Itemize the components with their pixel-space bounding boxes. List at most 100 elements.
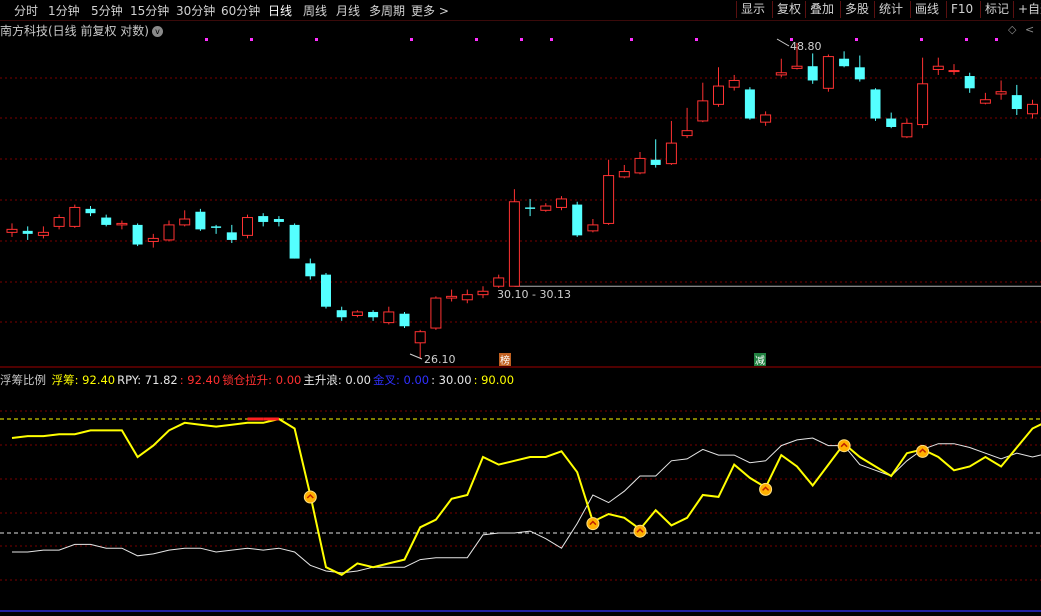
candle-body-1 (22, 230, 33, 234)
candle-body-11 (179, 218, 191, 226)
signal-dot-2 (315, 38, 318, 41)
candle-body-18 (289, 224, 300, 259)
low-label: 26.10 (424, 353, 456, 366)
candle-body-63 (995, 91, 1007, 95)
indicator-value-4: 主升浪: 0.00 (303, 373, 371, 387)
fuchou-line (11, 417, 1041, 576)
candle-body-33 (525, 207, 536, 209)
candle-body-54 (854, 67, 865, 80)
candle-body-41 (650, 159, 661, 165)
tag-bang: 榜 (500, 354, 510, 367)
indicator-name: 浮筹比例 (0, 373, 46, 387)
candle-body-17 (273, 219, 284, 222)
candle-body-25 (399, 313, 410, 327)
indicator-value-6: : 30.00 (431, 373, 472, 387)
candle-body-9 (147, 237, 159, 242)
up-arrow-icon-4 (837, 439, 851, 453)
candle-body-47 (744, 89, 755, 119)
signal-dot-12 (965, 38, 968, 41)
candle-body-32 (508, 201, 520, 287)
candle-body-2 (37, 231, 49, 236)
candle-body-55 (870, 89, 881, 119)
candle-body-44 (697, 100, 709, 122)
candle-body-57 (901, 122, 913, 138)
candle-body-46 (728, 79, 740, 88)
signal-dot-5 (520, 38, 523, 41)
candle-body-31 (493, 277, 505, 287)
range-label: 30.10 - 30.13 (497, 288, 571, 301)
candle-body-51 (807, 66, 818, 81)
candle-body-39 (618, 171, 630, 178)
indicator-value-1: RPY: 71.82 (117, 373, 178, 387)
indicator-legend: 浮筹比例 浮筹: 92.40 RPY: 71.82: 92.40 锁仓拉升: 0.0… (0, 372, 518, 388)
candle-body-34 (540, 205, 552, 211)
candle-body-30 (477, 290, 489, 296)
signal-dot-10 (855, 38, 858, 41)
candle-body-37 (587, 224, 599, 232)
candle-body-29 (461, 294, 473, 301)
indicator-values: 浮筹: 92.40 RPY: 71.82: 92.40 锁仓拉升: 0.00 主升浪:… (52, 373, 516, 387)
up-arrow-icon-2 (633, 524, 647, 538)
up-arrow-icon-5 (916, 444, 930, 458)
high-pointer (776, 38, 790, 47)
candle-body-20 (321, 274, 331, 307)
indicator-value-7: : 90.00 (473, 373, 515, 387)
candle-body-52 (822, 56, 834, 89)
candle-body-8 (132, 224, 143, 245)
signal-dot-8 (695, 38, 698, 41)
up-arrow-icon-0 (303, 490, 317, 504)
candle-body-5 (85, 208, 96, 214)
candle-body-48 (760, 114, 772, 123)
candle-body-60 (948, 70, 960, 73)
candle-body-27 (430, 297, 442, 329)
signal-dot-6 (550, 38, 553, 41)
candle-body-7 (116, 222, 128, 226)
signal-dot-11 (920, 38, 923, 41)
up-arrow-icon-1 (586, 517, 600, 531)
candle-body-3 (53, 217, 65, 227)
candle-body-38 (603, 175, 615, 224)
candle-body-35 (556, 198, 567, 208)
candle-body-56 (886, 118, 897, 127)
candle-body-4 (69, 206, 81, 227)
candle-body-42 (665, 142, 677, 165)
signal-dot-0 (205, 38, 208, 41)
candle-body-59 (932, 65, 944, 70)
signal-dot-1 (250, 38, 253, 41)
candle-body-6 (101, 217, 112, 225)
indicator-value-0: 浮筹: 92.40 (51, 373, 116, 387)
signal-dot-7 (630, 38, 633, 41)
candle-body-49 (775, 72, 787, 76)
indicator-value-5: 金叉: 0.00 (372, 373, 430, 387)
high-label: 48.80 (790, 40, 822, 53)
candle-body-36 (572, 204, 583, 236)
candle-body-53 (839, 58, 850, 67)
candle-body-19 (305, 263, 316, 277)
signal-dot-3 (410, 38, 413, 41)
candle-body-58 (917, 83, 929, 126)
signal-dot-13 (995, 38, 998, 41)
chart-canvas[interactable]: 48.80 26.10 30.10 - 30.13 榜 减 (0, 0, 1041, 616)
candle-body-61 (964, 76, 975, 89)
candle-body-40 (634, 157, 646, 174)
candle-body-14 (226, 232, 237, 240)
signal-dot-4 (475, 38, 478, 41)
candle-body-45 (713, 85, 724, 105)
up-arrow-icon-3 (759, 482, 773, 496)
candle-body-12 (195, 211, 206, 230)
candle-body-50 (791, 65, 803, 69)
candle-body-24 (383, 311, 395, 324)
candle-body-15 (242, 217, 253, 236)
candle-body-43 (681, 130, 693, 137)
candle-body-10 (163, 224, 175, 241)
candle-body-64 (1011, 95, 1022, 110)
candle-body-65 (1027, 103, 1038, 115)
candle-body-13 (211, 226, 222, 228)
indicator-value-2: : 92.40 (179, 373, 221, 387)
candle-body-16 (258, 216, 269, 222)
candle-body-23 (368, 311, 379, 318)
candle-body-28 (446, 295, 458, 299)
candle-body-26 (414, 331, 426, 344)
tag-jian: 减 (755, 355, 765, 367)
candle-body-62 (979, 99, 991, 104)
